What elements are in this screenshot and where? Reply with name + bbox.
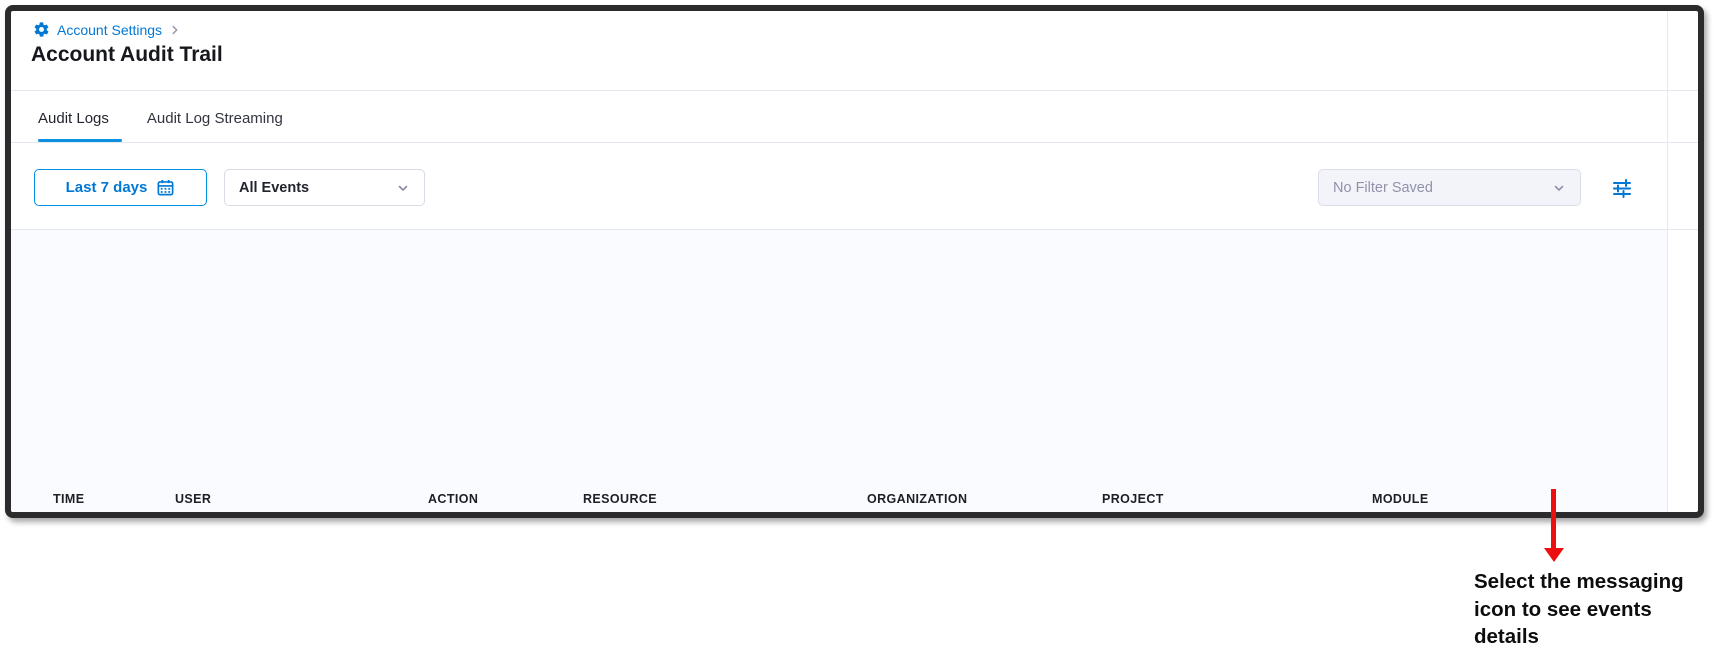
col-header-resource: RESOURCE (583, 492, 657, 506)
col-header-organization: ORGANIZATION (867, 492, 967, 506)
gear-icon (33, 21, 50, 38)
saved-filter-value: No Filter Saved (1333, 180, 1433, 196)
active-tab-underline (38, 139, 122, 142)
chevron-down-icon (1552, 181, 1566, 195)
audit-table: TIME USER ACTION RESOURCE ORGANIZATION P… (11, 230, 1667, 512)
col-header-time: TIME (53, 492, 84, 506)
col-header-action: ACTION (428, 492, 478, 506)
saved-filter-select[interactable]: No Filter Saved (1318, 169, 1581, 206)
chevron-right-icon (169, 24, 181, 36)
right-panel-divider (1667, 11, 1668, 512)
col-header-user: USER (175, 492, 211, 506)
tab-audit-logs[interactable]: Audit Logs (38, 110, 109, 127)
annotation-caption-line: details (1474, 623, 1720, 651)
col-header-project: PROJECT (1102, 492, 1164, 506)
breadcrumb[interactable]: Account Settings (33, 21, 181, 38)
annotation-arrow (1551, 489, 1556, 549)
event-type-value: All Events (239, 180, 309, 196)
tab-audit-log-streaming[interactable]: Audit Log Streaming (147, 110, 283, 127)
page: Account Settings Account Audit Trail Aud… (0, 0, 1720, 668)
filter-settings-button[interactable] (1607, 174, 1637, 202)
breadcrumb-label[interactable]: Account Settings (57, 22, 162, 38)
header-divider (11, 90, 1698, 91)
annotation-caption-line: icon to see events (1474, 596, 1720, 624)
annotation-caption-line: Select the messaging (1474, 568, 1720, 596)
date-range-label: Last 7 days (66, 179, 148, 196)
tabs-divider (11, 142, 1698, 143)
date-range-button[interactable]: Last 7 days (34, 169, 207, 206)
calendar-icon (156, 178, 175, 197)
tab-bar: Audit Logs Audit Log Streaming (38, 95, 283, 141)
annotation-arrowhead (1544, 548, 1564, 562)
chevron-down-icon (396, 181, 410, 195)
col-header-module: MODULE (1372, 492, 1429, 506)
app-screenshot-frame: Account Settings Account Audit Trail Aud… (5, 5, 1704, 518)
event-type-select[interactable]: All Events (224, 169, 425, 206)
annotation-caption: Select the messaging icon to see events … (1474, 568, 1720, 651)
page-title: Account Audit Trail (31, 43, 223, 67)
sliders-icon (1609, 175, 1635, 201)
